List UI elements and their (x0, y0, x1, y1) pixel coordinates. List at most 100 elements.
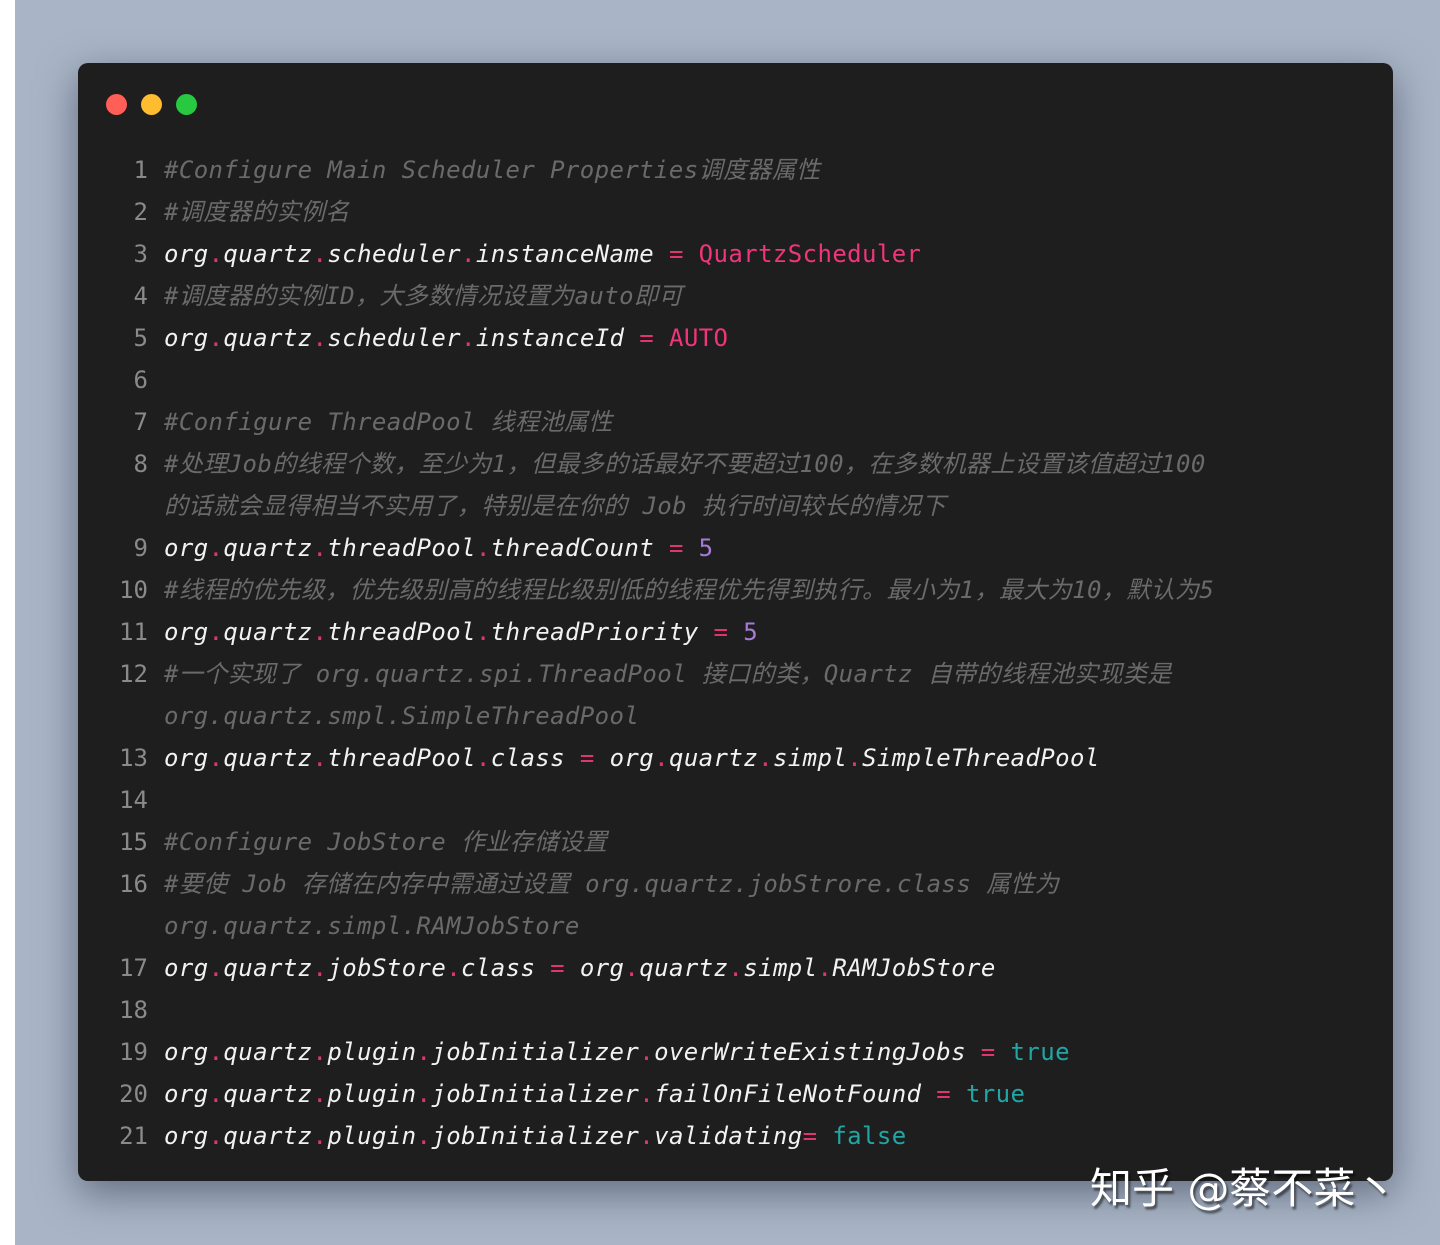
dot-separator: . (208, 240, 224, 268)
property-key-part: jobInitializer (431, 1122, 640, 1150)
property-key-part: plugin (327, 1080, 417, 1108)
property-key-part: quartz (223, 1038, 313, 1066)
dot-separator: . (416, 1038, 432, 1066)
line-content: org.quartz.threadPool.class = org.quartz… (164, 737, 1100, 779)
dot-separator: . (728, 954, 744, 982)
line-content: org.quartz.scheduler.instanceName = Quar… (164, 233, 921, 275)
property-value: 5 (743, 618, 759, 646)
line-number: 14 (119, 786, 148, 814)
property-value: true (1010, 1038, 1070, 1066)
property-value-part: simpl (772, 744, 848, 772)
comment-text: org.quartz.smpl.SimpleThreadPool (164, 702, 640, 730)
line-number: 1 (133, 156, 148, 184)
equals-sign: = (698, 618, 744, 646)
line-content: #要使 Job 存储在内存中需通过设置 org.quartz.jobStrore… (164, 863, 1059, 905)
window-controls (106, 94, 197, 115)
close-dot-icon (106, 94, 127, 115)
equals-sign: = (654, 240, 699, 268)
code-line: 20 org.quartz.plugin.jobInitializer.failO… (106, 1073, 1373, 1115)
code-line: 14 (106, 779, 1373, 821)
line-content: #一个实现了 org.quartz.spi.ThreadPool 接口的类，Qu… (164, 653, 1172, 695)
property-value-part: org (579, 954, 625, 982)
property-value: true (965, 1080, 1026, 1108)
property-key-part: class (490, 744, 565, 772)
property-key-part: class (461, 954, 536, 982)
property-key-part: threadPool (327, 618, 476, 646)
line-content: org.quartz.threadPool.threadPriority = 5 (164, 611, 758, 653)
code-line: 4 #调度器的实例ID，大多数情况设置为auto即可 (106, 275, 1373, 317)
code-line: 8 #处理Job的线程个数，至少为1，但最多的话最好不要超过100，在多数机器上设… (106, 443, 1373, 485)
line-number (106, 695, 148, 737)
property-key-part: jobInitializer (431, 1038, 640, 1066)
property-key-part: quartz (223, 240, 313, 268)
line-number: 9 (133, 534, 148, 562)
dot-separator: . (639, 1080, 655, 1108)
dot-separator: . (312, 240, 328, 268)
code-window: 1 #Configure Main Scheduler Properties调度器… (78, 63, 1393, 1181)
equals-sign: = (965, 1038, 1011, 1066)
property-key-part: threadCount (490, 534, 655, 562)
equals-sign: = (654, 534, 699, 562)
property-key-part: org (164, 954, 209, 982)
line-number: 3 (133, 240, 148, 268)
equals-sign: = (624, 324, 669, 352)
dot-separator: . (758, 744, 773, 772)
line-content: org.quartz.scheduler.instanceId = AUTO (164, 317, 728, 359)
dot-separator: . (446, 954, 462, 982)
property-key-part: jobInitializer (431, 1080, 640, 1108)
property-key-part: quartz (223, 1122, 313, 1150)
comment-text: #调度器的实例ID，大多数情况设置为auto即可 (164, 282, 683, 310)
dot-separator: . (208, 1122, 224, 1150)
line-number: 18 (119, 996, 148, 1024)
watermark: 知乎 @蔡不菜丶 (1090, 1164, 1398, 1213)
property-key-part: plugin (327, 1038, 417, 1066)
line-content: org.quartz.plugin.jobInitializer.overWri… (164, 1031, 1070, 1073)
dot-separator: . (312, 534, 328, 562)
code-line: org.quartz.simpl.RAMJobStore (106, 905, 1373, 947)
code-line: 6 (106, 359, 1373, 401)
code-line: 的话就会显得相当不实用了，特别是在你的 Job 执行时间较长的情况下 (106, 485, 1373, 527)
code-line: 15 #Configure JobStore 作业存储设置 (106, 821, 1373, 863)
line-number: 10 (119, 576, 148, 604)
dot-separator: . (639, 1038, 655, 1066)
property-key-part: org (164, 240, 209, 268)
line-number (106, 485, 148, 527)
property-key-part: quartz (223, 534, 313, 562)
dot-separator: . (416, 1122, 432, 1150)
property-key-part: instanceName (475, 240, 655, 268)
property-value-part: org (609, 744, 655, 772)
line-number: 16 (119, 870, 148, 898)
line-number (106, 905, 148, 947)
comment-text: #调度器的实例名 (164, 198, 350, 226)
line-number: 5 (133, 324, 148, 352)
line-number: 20 (119, 1080, 148, 1108)
property-value-part: quartz (639, 954, 729, 982)
dot-separator: . (312, 618, 328, 646)
code-line: 21 org.quartz.plugin.jobInitializer.valid… (106, 1115, 1373, 1157)
property-key-part: org (164, 1080, 209, 1108)
dot-separator: . (847, 744, 863, 772)
property-key-part: plugin (327, 1122, 417, 1150)
dot-separator: . (461, 240, 476, 268)
line-content: org.quartz.simpl.RAMJobStore (164, 905, 580, 947)
minimize-dot-icon (141, 94, 162, 115)
line-number: 4 (133, 282, 148, 310)
equals-sign: = (565, 744, 610, 772)
dot-separator: . (475, 744, 491, 772)
code-line: 3 org.quartz.scheduler.instanceName = Qua… (106, 233, 1373, 275)
property-key-part: scheduler (327, 240, 462, 268)
equals-sign: = (921, 1080, 966, 1108)
comment-text: #线程的优先级，优先级别高的线程比级别低的线程优先得到执行。最小为1，最大为10… (164, 576, 1215, 604)
code-line: 16 #要使 Job 存储在内存中需通过设置 org.quartz.jobStro… (106, 863, 1373, 905)
line-content: org.quartz.threadPool.threadCount = 5 (164, 527, 714, 569)
dot-separator: . (312, 954, 328, 982)
property-value: false (832, 1122, 907, 1150)
equals-sign: = (535, 954, 580, 982)
line-number: 8 (133, 450, 148, 478)
line-content: #Configure JobStore 作业存储设置 (164, 821, 607, 863)
dot-separator: . (208, 534, 224, 562)
line-content: #线程的优先级，优先级别高的线程比级别低的线程优先得到执行。最小为1，最大为10… (164, 569, 1214, 611)
dot-separator: . (208, 618, 224, 646)
code-line: 12 #一个实现了 org.quartz.spi.ThreadPool 接口的类，… (106, 653, 1373, 695)
dot-separator: . (312, 1080, 328, 1108)
